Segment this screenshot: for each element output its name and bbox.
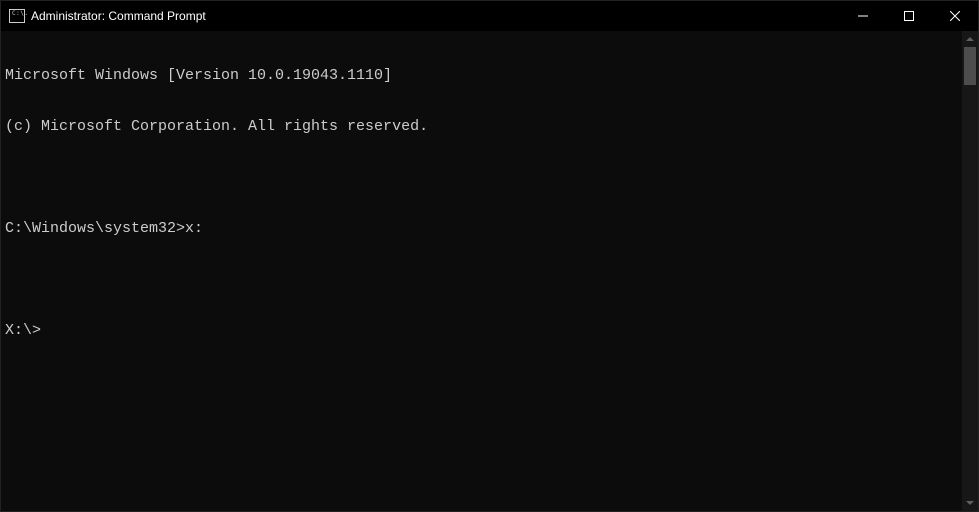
terminal-line: C:\Windows\system32>x: (5, 220, 958, 237)
titlebar[interactable]: C:\. Administrator: Command Prompt (1, 1, 978, 31)
cmd-icon: C:\. (9, 8, 25, 24)
terminal-line (5, 271, 958, 288)
scroll-up-arrow-icon[interactable] (962, 31, 978, 47)
cmd-icon-glyph: C:\. (9, 9, 25, 23)
maximize-button[interactable] (886, 1, 932, 31)
minimize-button[interactable] (840, 1, 886, 31)
scroll-down-arrow-icon[interactable] (962, 495, 978, 511)
window-controls (840, 1, 978, 31)
terminal-area: Microsoft Windows [Version 10.0.19043.11… (1, 31, 978, 511)
terminal-line: (c) Microsoft Corporation. All rights re… (5, 118, 958, 135)
chevron-up-icon (966, 37, 974, 41)
close-button[interactable] (932, 1, 978, 31)
chevron-down-icon (966, 501, 974, 505)
vertical-scrollbar[interactable] (962, 31, 978, 511)
scroll-thumb[interactable] (964, 47, 976, 85)
window-title: Administrator: Command Prompt (31, 9, 206, 23)
close-icon (950, 11, 960, 21)
minimize-icon (858, 11, 868, 21)
command-prompt-window: C:\. Administrator: Command Prompt (0, 0, 979, 512)
terminal-line: Microsoft Windows [Version 10.0.19043.11… (5, 67, 958, 84)
terminal-line (5, 169, 958, 186)
terminal-content[interactable]: Microsoft Windows [Version 10.0.19043.11… (1, 31, 962, 511)
maximize-icon (904, 11, 914, 21)
terminal-line: X:\> (5, 322, 958, 339)
scroll-track[interactable] (962, 47, 978, 495)
